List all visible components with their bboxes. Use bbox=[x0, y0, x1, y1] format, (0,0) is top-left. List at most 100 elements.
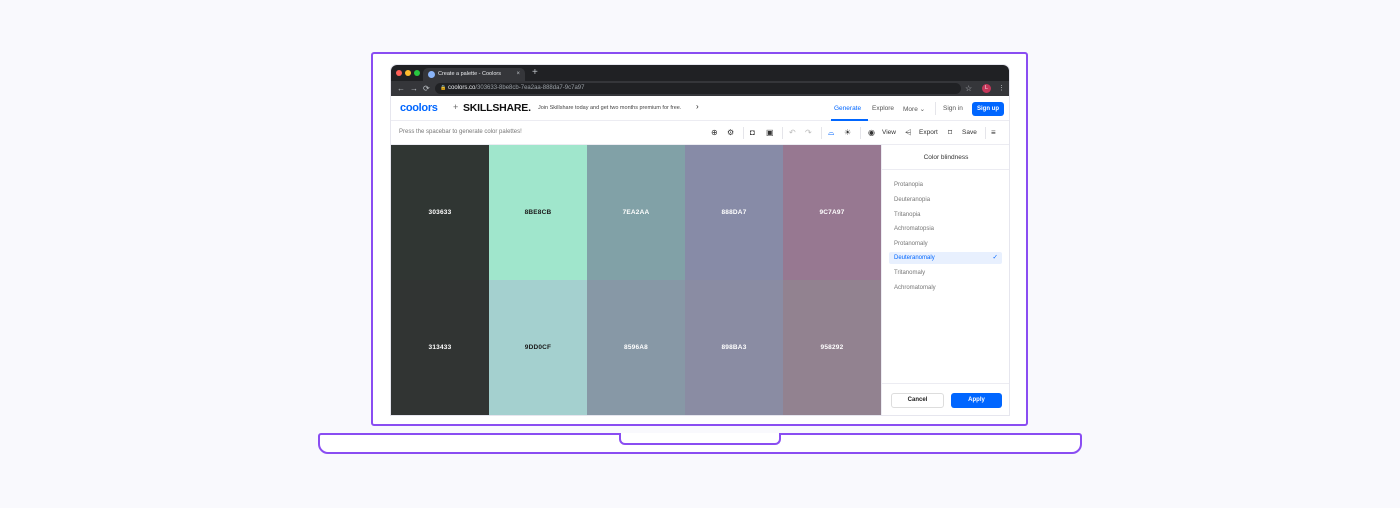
color-swatch-simulated[interactable]: 898BA3 bbox=[685, 280, 783, 415]
new-tab-button[interactable]: + bbox=[532, 67, 538, 79]
toolbar-divider bbox=[860, 127, 861, 139]
option-tritanomaly[interactable]: Tritanomaly bbox=[889, 267, 1002, 279]
hex-code[interactable]: 7EA2AA bbox=[623, 209, 650, 216]
color-swatch-original[interactable]: 9C7A97 bbox=[783, 145, 881, 280]
nav-explore[interactable]: Explore bbox=[872, 105, 894, 112]
color-swatch-simulated[interactable]: 9DD0CF bbox=[489, 280, 587, 415]
cancel-button[interactable]: Cancel bbox=[891, 393, 944, 408]
settings-icon[interactable]: ⚙ bbox=[727, 127, 734, 138]
check-icon: ✓ bbox=[992, 254, 998, 261]
color-swatch-original[interactable]: 888DA7 bbox=[685, 145, 783, 280]
favicon-icon bbox=[428, 71, 435, 78]
promo-arrow-icon[interactable]: › bbox=[696, 102, 699, 111]
browser-window: Create a palette - Coolors × + ← → ⟳ 🔒 c… bbox=[391, 65, 1009, 415]
option-label: Deuteranopia bbox=[894, 197, 931, 203]
lock-icon: 🔒 bbox=[440, 85, 447, 91]
close-window-icon[interactable] bbox=[396, 70, 402, 76]
reload-icon[interactable]: ⟳ bbox=[423, 83, 430, 94]
logo-plus: + bbox=[453, 102, 459, 112]
url-path: /303633-8be8cb-7ea2aa-888da7-9c7a97 bbox=[475, 85, 585, 91]
bookmark-star-icon[interactable]: ☆ bbox=[965, 83, 972, 94]
maximize-window-icon[interactable] bbox=[414, 70, 420, 76]
toolbar-divider bbox=[821, 127, 822, 139]
camera-icon[interactable]: ◘ bbox=[750, 127, 755, 138]
skillshare-logo[interactable]: SKILLSHARE. bbox=[463, 102, 531, 114]
palette-column: 7EA2AA 8596A8 bbox=[587, 145, 685, 415]
hex-code[interactable]: 8BE8CB bbox=[525, 209, 552, 216]
share-icon[interactable]: ⩤ bbox=[905, 127, 911, 138]
generator-toolbar: Press the spacebar to generate color pal… bbox=[391, 121, 1009, 145]
color-blindness-glasses-icon[interactable]: ⌓ bbox=[828, 127, 834, 138]
option-label: Deuteranomaly bbox=[894, 255, 935, 261]
color-swatch-simulated[interactable]: 8596A8 bbox=[587, 280, 685, 415]
eye-icon[interactable]: ◉ bbox=[868, 127, 875, 138]
signup-button[interactable]: Sign up bbox=[972, 102, 1004, 116]
coolors-logo[interactable]: coolors bbox=[400, 102, 438, 114]
signin-link[interactable]: Sign in bbox=[943, 105, 963, 112]
option-label: Protanomaly bbox=[894, 241, 928, 247]
option-achromatopsia[interactable]: Achromatopsia bbox=[889, 223, 1002, 235]
color-swatch-simulated[interactable]: 313433 bbox=[391, 280, 489, 415]
adjust-brightness-icon[interactable]: ☀ bbox=[844, 127, 851, 138]
url-bar[interactable]: 🔒 coolors.co/303633-8be8cb-7ea2aa-888da7… bbox=[435, 83, 961, 94]
hex-code[interactable]: 8596A8 bbox=[624, 344, 648, 351]
hex-code[interactable]: 313433 bbox=[429, 344, 452, 351]
url-host: coolors.co bbox=[448, 85, 476, 91]
hex-code[interactable]: 9DD0CF bbox=[525, 344, 551, 351]
toolbar-divider bbox=[985, 127, 986, 139]
option-label: Protanopia bbox=[894, 182, 924, 188]
color-swatch-original[interactable]: 8BE8CB bbox=[489, 145, 587, 280]
nav-more[interactable]: More ⌄ bbox=[903, 105, 925, 113]
apply-button[interactable]: Apply bbox=[951, 393, 1002, 408]
browser-address-row: ← → ⟳ 🔒 coolors.co/303633-8be8cb-7ea2aa-… bbox=[391, 81, 1009, 96]
promo-text[interactable]: Join Skillshare today and get two months… bbox=[538, 105, 681, 111]
toolbar-hint: Press the spacebar to generate color pal… bbox=[399, 129, 522, 135]
browser-menu-icon[interactable]: ⋮ bbox=[998, 83, 1005, 94]
hex-code[interactable]: 898BA3 bbox=[721, 344, 746, 351]
nav-more-label: More bbox=[903, 106, 918, 113]
laptop-notch bbox=[619, 433, 781, 445]
save-button[interactable]: Save bbox=[962, 129, 977, 136]
redo-icon[interactable]: ↷ bbox=[805, 127, 812, 138]
hex-code[interactable]: 9C7A97 bbox=[819, 209, 844, 216]
export-button[interactable]: Export bbox=[919, 129, 938, 136]
option-protanopia[interactable]: Protanopia bbox=[889, 179, 1002, 191]
palette-column: 888DA7 898BA3 bbox=[685, 145, 783, 415]
minimize-window-icon[interactable] bbox=[405, 70, 411, 76]
hex-code[interactable]: 303633 bbox=[429, 209, 452, 216]
option-label: Tritanopia bbox=[894, 212, 921, 218]
undo-icon[interactable]: ↶ bbox=[789, 127, 796, 138]
panel-title: Color blindness bbox=[882, 145, 1009, 170]
browser-tab[interactable]: Create a palette - Coolors × bbox=[423, 68, 525, 81]
color-swatch-original[interactable]: 7EA2AA bbox=[587, 145, 685, 280]
palette-column: 303633 313433 bbox=[391, 145, 489, 415]
color-swatch-original[interactable]: 303633 bbox=[391, 145, 489, 280]
adjust-palette-icon[interactable]: ⊕ bbox=[711, 127, 718, 138]
menu-icon[interactable]: ≡ bbox=[991, 127, 996, 138]
option-label: Achromatopsia bbox=[894, 226, 935, 232]
back-icon[interactable]: ← bbox=[397, 83, 405, 94]
nav-generate[interactable]: Generate bbox=[834, 105, 861, 112]
nav-divider bbox=[935, 102, 936, 115]
option-deuteranopia[interactable]: Deuteranopia bbox=[889, 194, 1002, 206]
tab-title: Create a palette - Coolors bbox=[438, 71, 501, 77]
view-button[interactable]: View bbox=[882, 129, 896, 136]
palette-column: 8BE8CB 9DD0CF bbox=[489, 145, 587, 415]
chevron-down-icon: ⌄ bbox=[919, 106, 926, 113]
sidebar-icon[interactable]: ▣ bbox=[766, 127, 774, 138]
option-deuteranomaly[interactable]: Deuteranomaly ✓ bbox=[889, 252, 1002, 264]
bookmark-icon[interactable]: ⌑ bbox=[948, 127, 952, 138]
palette-column: 9C7A97 958292 bbox=[783, 145, 881, 415]
palette: 303633 313433 8BE8CB 9DD0CF 7EA2AA 8596A… bbox=[391, 145, 881, 415]
forward-icon[interactable]: → bbox=[410, 83, 418, 94]
option-protanomaly[interactable]: Protanomaly bbox=[889, 238, 1002, 250]
option-achromatomaly[interactable]: Achromatomaly bbox=[889, 282, 1002, 294]
hex-code[interactable]: 958292 bbox=[821, 344, 844, 351]
option-tritanopia[interactable]: Tritanopia bbox=[889, 209, 1002, 221]
color-swatch-simulated[interactable]: 958292 bbox=[783, 280, 881, 415]
tab-close-icon[interactable]: × bbox=[516, 68, 520, 81]
option-label: Tritanomaly bbox=[894, 270, 926, 276]
hex-code[interactable]: 888DA7 bbox=[721, 209, 746, 216]
color-blindness-panel: Color blindness Protanopia Deuteranopia … bbox=[881, 145, 1009, 415]
profile-avatar[interactable]: L bbox=[982, 84, 991, 93]
